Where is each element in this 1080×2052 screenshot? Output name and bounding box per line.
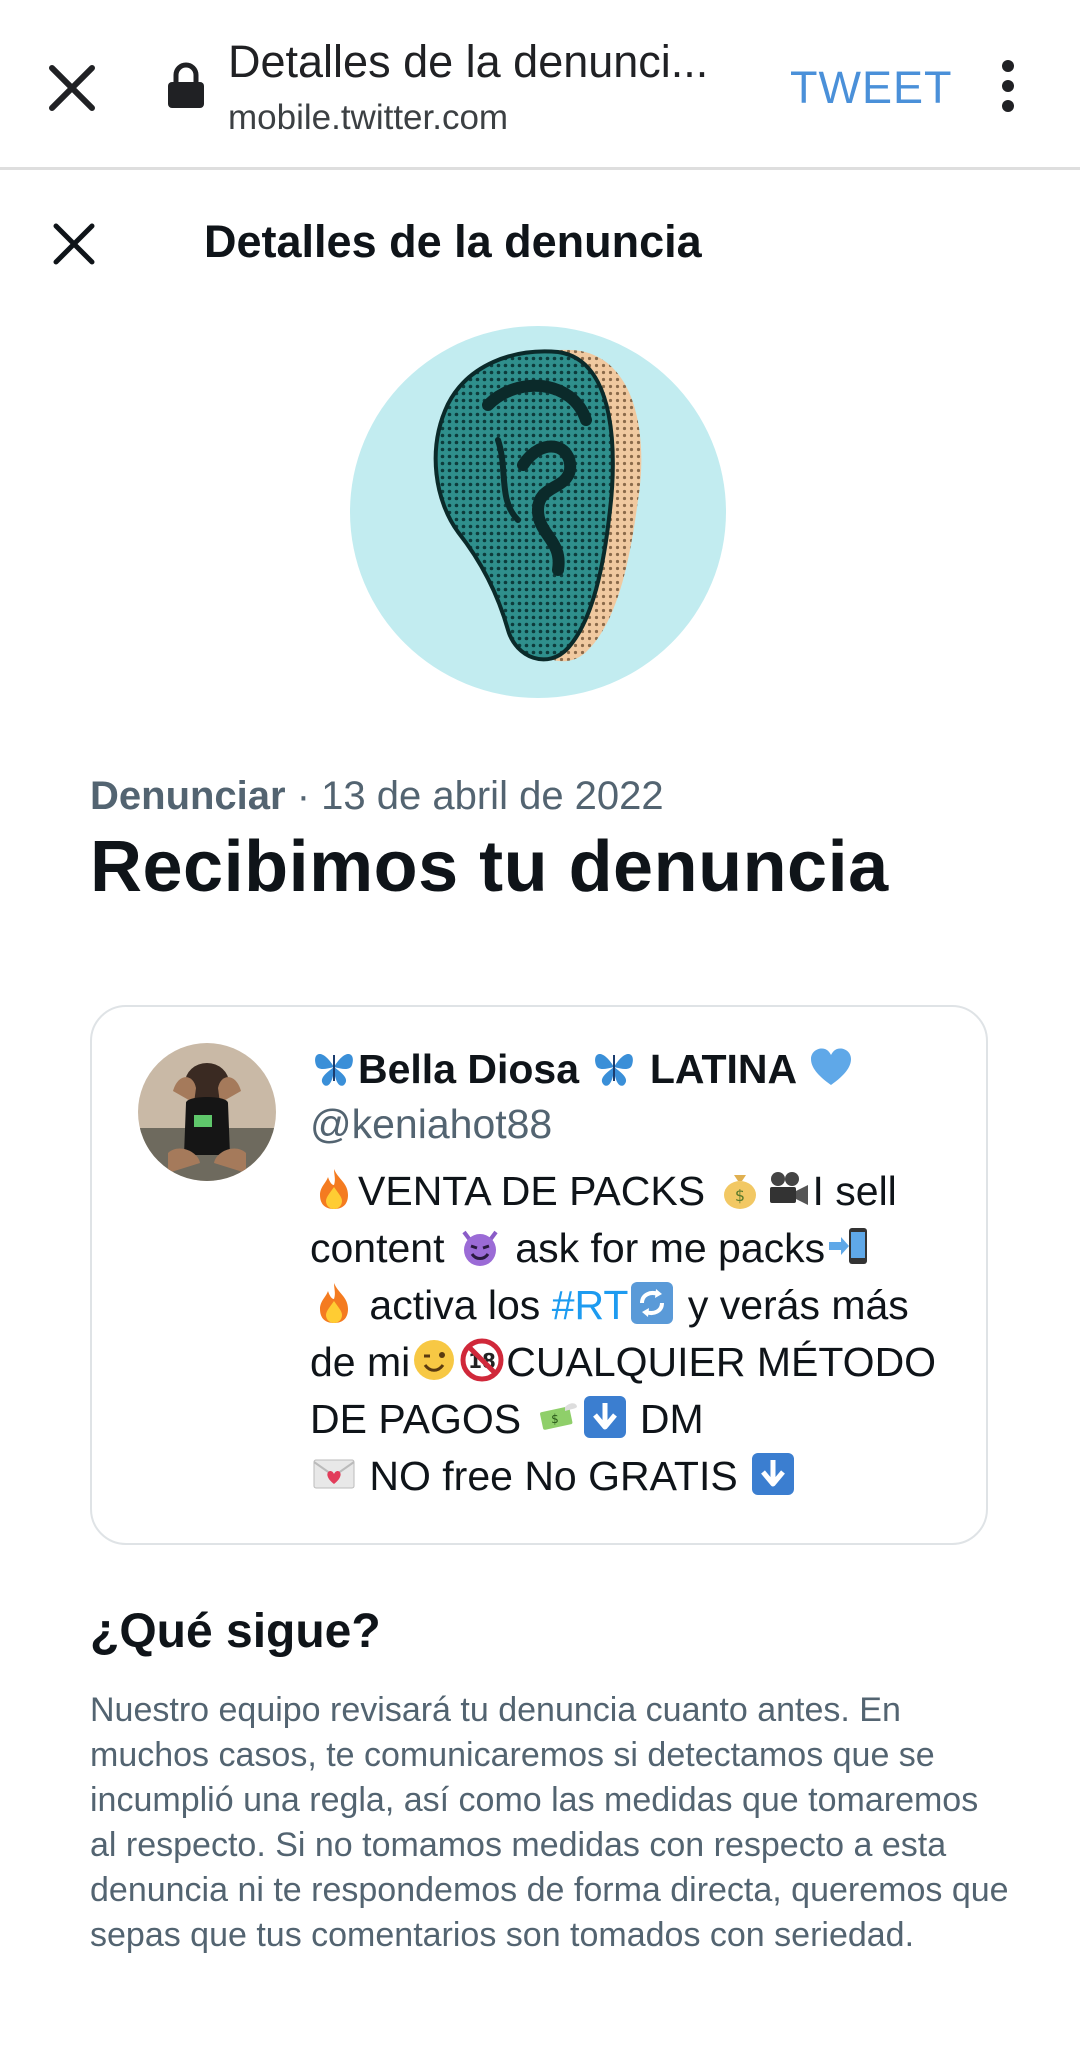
display-name-part2: LATINA	[638, 1046, 807, 1092]
close-icon[interactable]	[50, 220, 98, 268]
money-wings-icon: $	[539, 1403, 577, 1430]
arrow-down-icon	[583, 1396, 626, 1438]
report-meta: Denunciar · 13 de abril de 2022	[90, 774, 664, 819]
browser-url[interactable]: mobile.twitter.com	[228, 98, 508, 138]
account-bio: VENTA DE PACKS $ I sell content ask for m…	[310, 1168, 937, 1499]
love-letter-icon	[313, 1459, 355, 1489]
report-type: Denunciar	[90, 774, 286, 818]
close-icon[interactable]	[42, 58, 102, 118]
report-date: · 13 de abril de 2022	[285, 774, 664, 818]
ear-illustration	[350, 326, 726, 698]
smiling-devil-icon	[462, 1230, 498, 1266]
svg-text:$: $	[551, 1412, 559, 1426]
phone-arrow-icon	[829, 1228, 868, 1264]
more-vert-icon[interactable]	[996, 58, 1020, 114]
tweet-body: Bella Diosa LATINA @keniahot88 VENTA DE …	[310, 1043, 950, 1505]
page-title: Detalles de la denuncia	[204, 216, 702, 267]
winking-face-icon	[414, 1340, 455, 1380]
tweet-button[interactable]: TWEET	[790, 62, 952, 114]
money-bag-icon: $	[724, 1175, 757, 1209]
report-title: Recibimos tu denuncia	[90, 827, 889, 907]
reported-account-card[interactable]: Bella Diosa LATINA @keniahot88 VENTA DE …	[90, 1005, 988, 1545]
butterfly-icon	[595, 1053, 634, 1086]
hashtag-link[interactable]: #RT	[552, 1282, 629, 1328]
lock-icon	[168, 62, 204, 108]
repeat-icon	[631, 1282, 674, 1324]
arrow-down-icon	[752, 1453, 795, 1495]
next-steps-title: ¿Qué sigue?	[90, 1605, 381, 1658]
movie-camera-icon	[770, 1172, 809, 1205]
browser-toolbar: Detalles de la denunci... mobile.twitter…	[0, 0, 1080, 170]
display-name-part1: Bella Diosa	[358, 1046, 591, 1092]
fire-icon	[320, 1283, 348, 1323]
display-name: Bella Diosa LATINA	[310, 1043, 950, 1095]
blue-heart-icon	[810, 1048, 851, 1085]
next-steps-body: Nuestro equipo revisará tu denuncia cuan…	[90, 1691, 1009, 1954]
browser-page-title: Detalles de la denunci...	[228, 36, 709, 87]
avatar	[138, 1043, 276, 1181]
account-handle: @keniahot88	[310, 1101, 553, 1147]
butterfly-icon	[315, 1053, 353, 1086]
fire-icon	[320, 1169, 348, 1209]
no-under-18-icon: 18	[460, 1338, 504, 1382]
svg-text:$: $	[735, 1186, 745, 1205]
